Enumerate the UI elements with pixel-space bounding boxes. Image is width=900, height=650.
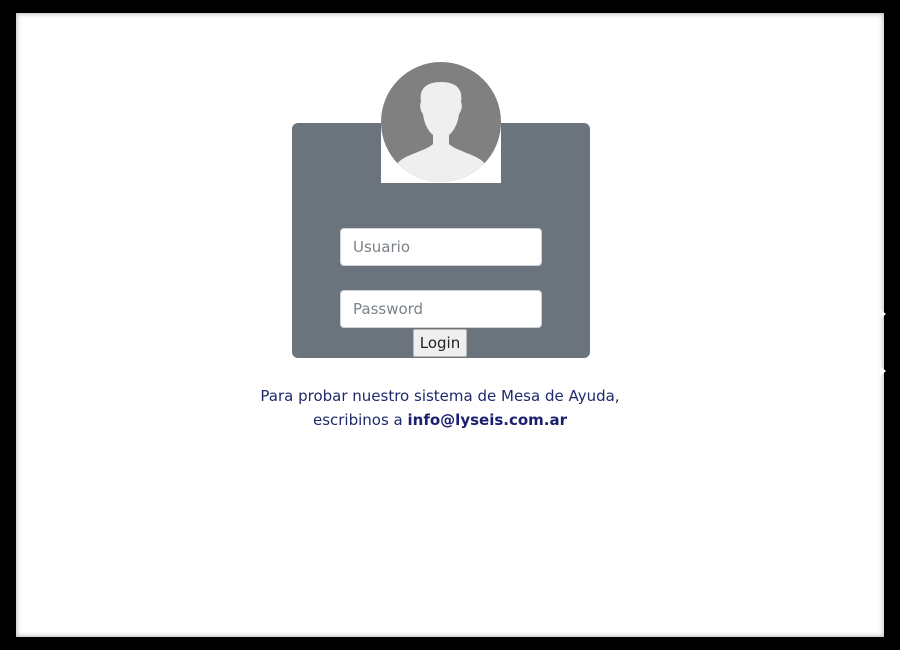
password-input[interactable] (340, 290, 542, 328)
edge-notch (880, 366, 886, 376)
help-line-2-prefix: escribinos a (312, 411, 403, 429)
username-input[interactable] (340, 228, 542, 266)
login-button[interactable]: Login (413, 329, 467, 357)
help-line-2: escribinos a info@lyseis.com.ar (220, 408, 660, 432)
help-line-1: Para probar nuestro sistema de Mesa de A… (260, 387, 620, 405)
user-avatar-icon (381, 62, 501, 183)
window-frame: Login Para probar nuestro sistema de Mes… (0, 0, 900, 650)
edge-notch (880, 309, 886, 319)
contact-email-link[interactable]: info@lyseis.com.ar (408, 411, 568, 429)
help-message: Para probar nuestro sistema de Mesa de A… (220, 384, 660, 432)
